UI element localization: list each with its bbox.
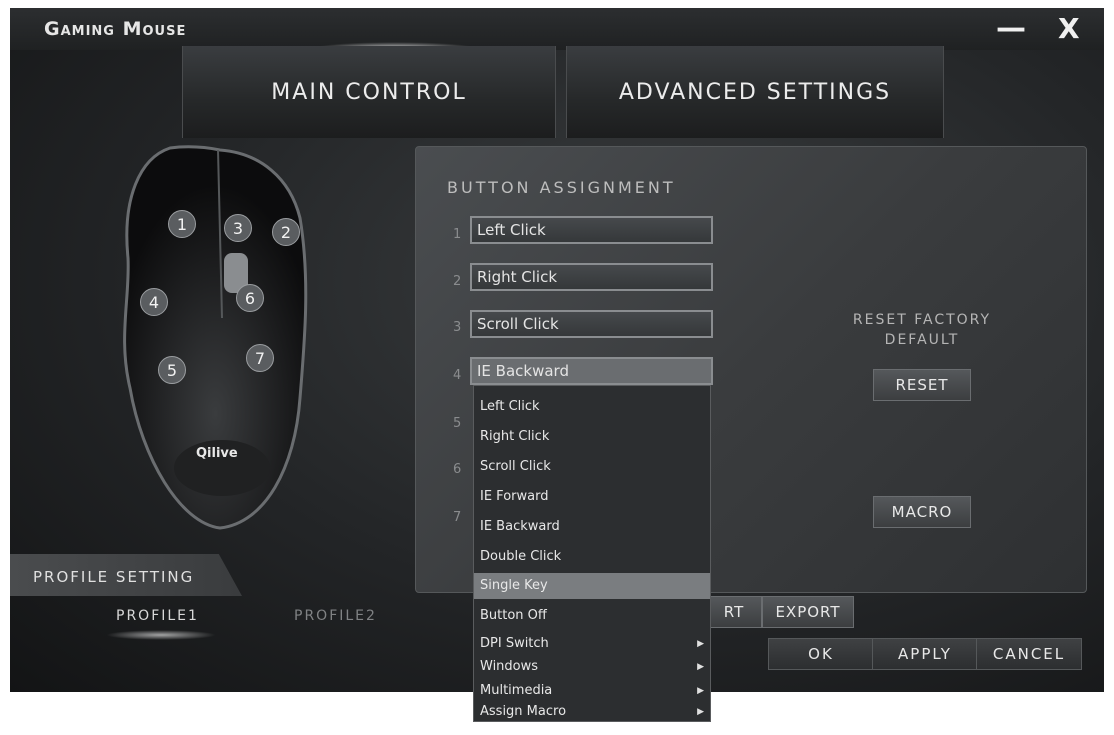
minimize-button[interactable]: — [996,12,1026,46]
assignment-row-number: 3 [453,320,462,335]
mouse-illustration: 1 3 2 4 6 5 7 Qilive [100,138,340,538]
assignment-row-number: 6 [453,462,462,477]
submenu-arrow-icon: ▶ [697,686,704,696]
tab-advanced-settings-label: ADVANCED SETTINGS [618,79,892,105]
dropdown-item-multimedia[interactable]: Multimedia ▶ [474,678,710,704]
reset-label-line-1: RESET FACTORY [852,312,992,328]
profile-tab-1[interactable]: PROFILE1 [116,608,199,624]
mouse-button-3[interactable]: 3 [224,214,252,242]
submenu-arrow-icon: ▶ [697,707,704,717]
reset-button[interactable]: RESET [873,369,971,401]
cancel-button[interactable]: CANCEL [976,638,1082,670]
dropdown-item-label: Left Click [480,399,540,414]
macro-button[interactable]: MACRO [873,496,971,528]
reset-factory-default-label: RESET FACTORY DEFAULT [820,310,1024,350]
profile-setting-title: PROFILE SETTING [33,568,195,586]
assignment-row-number: 2 [453,274,462,289]
dropdown-item-label: Double Click [480,549,562,564]
dropdown-item-label: Multimedia [480,683,553,698]
assignment-row-number: 1 [453,227,462,242]
tab-main-control[interactable]: MAIN CONTROL [182,46,556,138]
reset-label-line-2: DEFAULT [884,332,960,348]
dropdown-item-label: Right Click [480,429,550,444]
brand-logo: Qilive [196,446,238,461]
dropdown-item-label: Windows [480,659,539,674]
mouse-button-1[interactable]: 1 [168,210,196,238]
dropdown-item-single-key[interactable]: Single Key [474,573,710,599]
dropdown-item-label: Single Key [480,578,548,593]
dropdown-item-label: IE Forward [480,489,549,504]
dropdown-item-assign-macro[interactable]: Assign Macro ▶ [474,702,710,722]
mouse-button-4[interactable]: 4 [140,288,168,316]
import-button[interactable]: RT [706,596,762,628]
ok-button[interactable]: OK [768,638,874,670]
dropdown-item-label: Scroll Click [480,459,551,474]
submenu-arrow-icon: ▶ [697,662,704,672]
apply-button[interactable]: APPLY [872,638,978,670]
app-title: Gaming Mouse [44,18,187,40]
dropdown-item-label: IE Backward [480,519,560,534]
assignment-row-number: 7 [453,510,462,525]
dropdown-item-label: Assign Macro [480,704,567,719]
dropdown-item-left-click[interactable]: Left Click [474,394,710,420]
mouse-body-icon [123,145,308,530]
dropdown-item-double-click[interactable]: Double Click [474,544,710,570]
dropdown-item-label: DPI Switch [480,636,549,651]
assignment-row-number: 4 [453,368,462,383]
dropdown-item-right-click[interactable]: Right Click [474,424,710,450]
dropdown-item-button-off[interactable]: Button Off [474,603,710,629]
dropdown-item-ie-forward[interactable]: IE Forward [474,484,710,510]
profile-tab-2[interactable]: PROFILE2 [294,608,377,624]
dropdown-item-scroll-click[interactable]: Scroll Click [474,454,710,480]
mouse-button-5[interactable]: 5 [158,356,186,384]
assignment-row-number: 5 [453,416,462,431]
close-button[interactable]: X [1058,12,1080,46]
assignment-select-2[interactable]: Right Click [470,263,713,291]
mouse-button-7[interactable]: 7 [246,344,274,372]
mouse-button-6[interactable]: 6 [236,284,264,312]
profile-tab-glow [106,630,216,640]
dropdown-item-label: Button Off [480,608,547,623]
assignment-select-3[interactable]: Scroll Click [470,310,713,338]
assignment-dropdown-menu: Left Click Right Click Scroll Click IE F… [473,385,711,722]
dropdown-item-windows[interactable]: Windows ▶ [474,654,710,680]
tab-advanced-settings[interactable]: ADVANCED SETTINGS [566,46,944,138]
mouse-button-2[interactable]: 2 [272,218,300,246]
button-assignment-title: BUTTON ASSIGNMENT [447,178,676,197]
assignment-select-4[interactable]: IE Backward [470,357,713,385]
tab-main-control-label: MAIN CONTROL [271,79,467,105]
export-button[interactable]: EXPORT [762,596,854,628]
assignment-select-1[interactable]: Left Click [470,216,713,244]
dropdown-item-ie-backward[interactable]: IE Backward [474,514,710,540]
